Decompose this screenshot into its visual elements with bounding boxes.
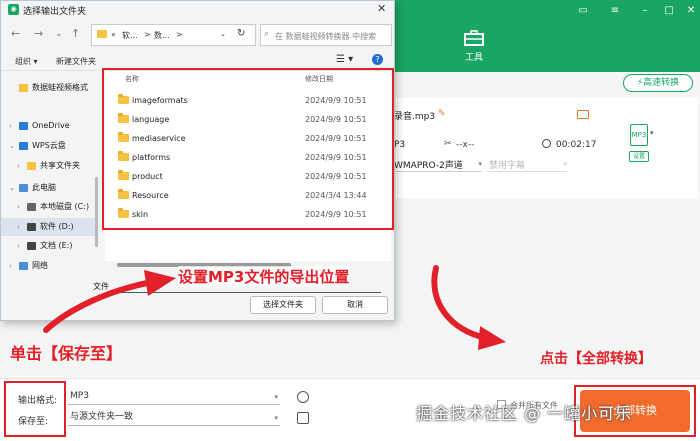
source-format: P3 [394,140,406,150]
output-format-icon[interactable]: MP3 [630,124,648,146]
sidebar-item-icon [19,184,28,192]
dialog-title-bar: ◉ 选择输出文件夹 ✕ [1,1,394,19]
edit-icon[interactable]: ✎ [438,109,448,119]
view-options-icon[interactable]: ☰ ▾ [336,54,353,65]
video-preview-icon[interactable] [577,110,589,119]
file-name: 录音.mp3 [394,112,436,122]
watermark: 掘金技术社区 @ 一罐小可乐 [416,404,633,423]
sidebar-item-icon [19,84,28,92]
back-arrow-icon[interactable]: ← [11,27,20,40]
nav-tab-tools[interactable]: 工具 [454,30,494,63]
subtitle-select[interactable]: 禁用字幕 ▾ [487,158,567,172]
help-icon[interactable]: ? [372,54,383,65]
annotation-set-location: 设置MP3文件的导出位置 [178,266,350,287]
sidebar-item[interactable]: › 软件 (D:) [1,218,98,236]
save-to-select[interactable]: 与源文件夹一致 ▾ [68,410,280,426]
audio-track-select[interactable]: WMAPRO-2声道 ▾ [394,158,482,172]
forward-arrow-icon[interactable]: → [34,27,43,40]
chevron-icon[interactable]: › [17,157,20,175]
new-folder-button[interactable]: 新建文件夹 [56,56,96,67]
minimize-icon[interactable]: – [640,6,650,16]
sidebar-item[interactable]: ⌄ WPS云盘 [1,137,98,155]
chevron-down-icon[interactable]: ⌄ [55,29,63,39]
highlight-save-to [4,381,66,437]
sidebar-scrollbar[interactable] [95,177,98,247]
address-bar[interactable]: « 软... > 数... > ⌄ ↻ [91,24,256,46]
dialog-nav-bar: ← → ⌄ ↑ « 软... > 数... > ⌄ ↻ ⌕ 在 数据蛙视频转换器… [1,21,394,49]
chevron-icon[interactable]: › [17,237,20,255]
sidebar-item-label: 文档 (E:) [40,241,73,250]
chevron-down-icon: ▾ [274,414,278,422]
up-arrow-icon[interactable]: ↑ [71,27,80,40]
chevron-down-icon: ▾ [478,160,482,168]
chevron-down-icon[interactable]: ⌄ [220,30,226,38]
sidebar-item-icon [27,223,36,231]
skin-icon[interactable]: ▭ [578,6,588,16]
arrow-to-dialog [43,270,176,333]
chevron-icon[interactable]: › [17,198,20,216]
output-format-select[interactable]: MP3 ▾ [68,389,280,405]
sidebar-item[interactable]: › 共享文件夹 [1,157,98,175]
toolbox-icon [464,30,484,46]
sidebar-item-icon [27,242,36,250]
clock-icon [542,139,551,148]
sidebar-item-icon [27,162,36,170]
annotation-click-convert-all: 点击【全部转换】 [540,351,652,367]
sidebar-item-label: 软件 (D:) [40,222,74,231]
sidebar-item[interactable]: › 本地磁盘 (C:) [1,198,98,216]
sidebar-item-icon [27,203,36,211]
chevron-icon[interactable]: › [9,117,12,135]
chevron-icon[interactable]: ⌄ [9,137,15,155]
sidebar-item-icon [19,262,28,270]
chevron-icon[interactable]: ⌄ [9,179,15,197]
sidebar-item-icon [19,142,28,150]
fast-convert-button[interactable]: ⚡高速转换 [623,74,693,92]
sidebar-item[interactable]: › OneDrive [1,117,98,135]
search-icon: ⌕ [264,29,270,39]
maximize-icon[interactable]: □ [664,6,674,16]
chevron-down-icon: ▾ [274,393,278,401]
highlight-file-list [102,68,394,230]
sidebar-item-label: OneDrive [32,121,70,130]
sidebar-item-icon [19,122,28,130]
chevron-down-icon: ▾ [563,160,567,168]
sidebar-item-label: 此电脑 [32,183,56,192]
folder-open-icon[interactable] [297,412,309,424]
app-logo-icon: ◉ [8,4,19,15]
duration: 00:02:17 [556,140,597,150]
cancel-button[interactable]: 取消 [322,296,388,314]
refresh-icon[interactable]: ↻ [237,28,245,39]
sidebar-item[interactable]: › 文档 (E:) [1,237,98,255]
source-size: --x-- [456,140,475,150]
folder-icon [97,30,107,38]
close-icon[interactable]: ✕ [377,2,386,15]
sidebar-item-label: WPS云盘 [32,141,66,150]
menu-icon[interactable]: ≡ [610,6,620,16]
organize-button[interactable]: 组织 ▾ [15,56,38,67]
sidebar-item[interactable]: ⌄ 此电脑 [1,179,98,197]
sidebar-item-label: 数据蛙视频格式 [32,83,88,92]
navigation-pane: 数据蛙视频格式 › OneDrive ⌄ WPS云盘 › 共享文件夹 ⌄ 此电脑 › 本地磁盘 (C… [1,71,98,271]
select-folder-button[interactable]: 选择文件夹 [250,296,316,314]
sidebar-item[interactable]: 数据蛙视频格式 [1,79,98,97]
sidebar-item-label: 本地磁盘 (C:) [40,202,90,211]
chevron-icon[interactable]: › [9,257,12,271]
search-input[interactable]: ⌕ 在 数据蛙视频转换器 中搜索 [260,24,392,46]
arrow-to-convert [431,265,506,350]
sidebar-item-label: 共享文件夹 [40,161,80,170]
close-icon[interactable]: ✕ [686,6,696,16]
scissors-icon[interactable]: ✂ [444,139,452,149]
format-settings-icon[interactable] [297,391,309,403]
chevron-icon[interactable]: › [17,218,20,236]
dialog-title: 选择输出文件夹 [23,7,87,17]
settings-button[interactable]: 设置 [629,151,649,162]
chevron-down-icon[interactable]: ▾ [650,129,654,137]
annotation-click-save-to: 单击【保存至】 [10,344,123,363]
